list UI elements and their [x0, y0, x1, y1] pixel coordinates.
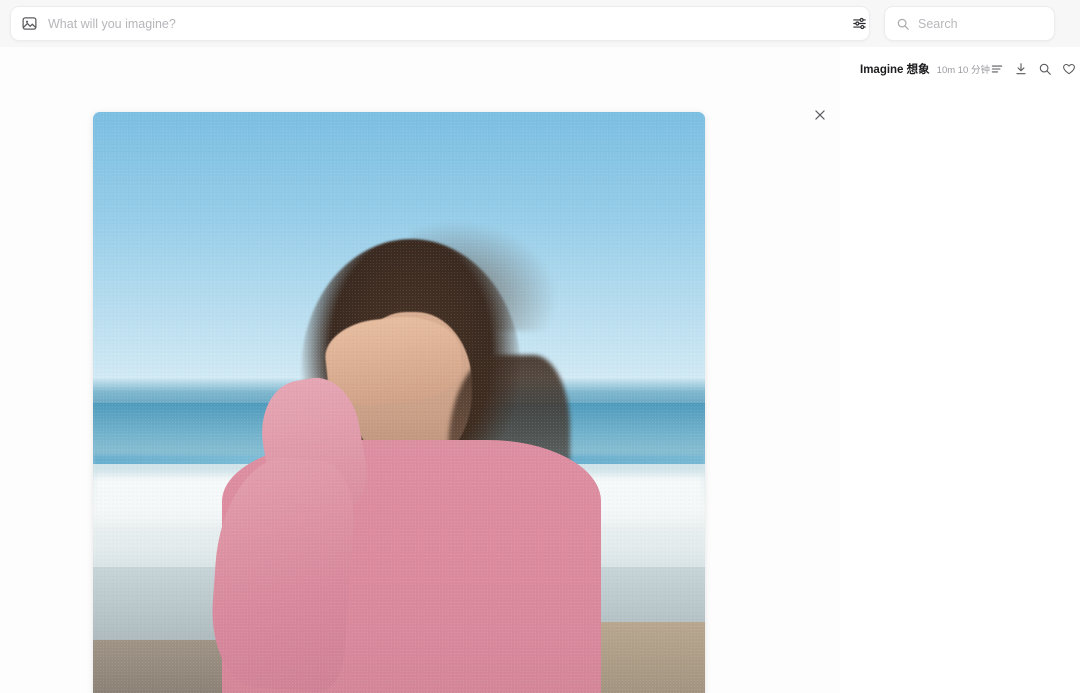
search-bar[interactable]	[884, 6, 1079, 41]
settings-button[interactable]	[845, 9, 873, 37]
panel-title: Imagine 想象	[860, 64, 930, 76]
image-canvas	[0, 47, 840, 693]
search-input[interactable]	[918, 16, 1079, 31]
app-window: Imagine 想象 10m 10 分钟	[0, 0, 1080, 693]
heart-icon[interactable]	[1062, 62, 1076, 76]
search-icon[interactable]	[1038, 62, 1052, 76]
download-icon[interactable]	[1014, 62, 1028, 76]
detail-panel: Imagine 想象 10m 10 分钟	[840, 47, 1080, 693]
panel-header: Imagine 想象 10m 10 分钟	[840, 59, 1080, 79]
prompt-input[interactable]	[48, 16, 859, 31]
prompt-bar[interactable]	[10, 6, 870, 41]
list-icon[interactable]	[990, 62, 1004, 76]
panel-actions	[990, 62, 1076, 76]
generation-time: 10m 10 分钟	[936, 65, 990, 76]
top-bar	[0, 0, 1080, 47]
image-icon	[21, 15, 38, 32]
search-icon	[896, 17, 910, 31]
generated-image[interactable]	[93, 112, 705, 693]
close-icon[interactable]	[810, 105, 830, 125]
